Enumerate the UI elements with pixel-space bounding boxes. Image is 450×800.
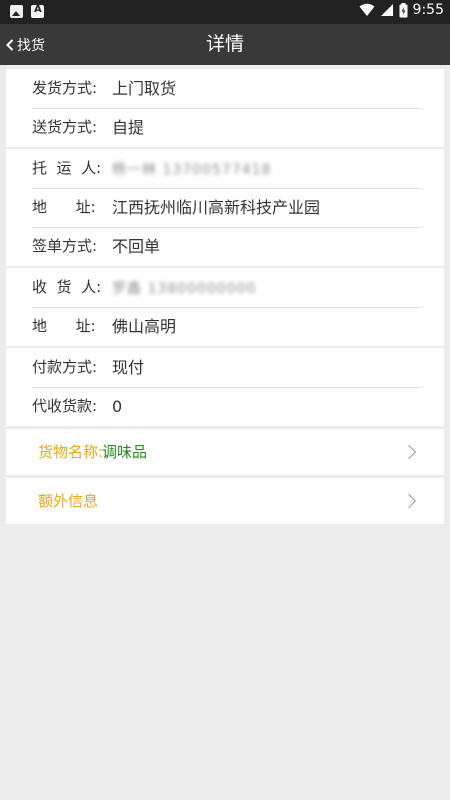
cod-label: 代收货款:	[32, 397, 98, 415]
send-method-label: 送货方式:	[32, 118, 98, 136]
receiver-value: 罗鑫 13800000000	[112, 281, 257, 297]
sign-method-value: 不回单	[112, 237, 161, 256]
pay-method-value: 现付	[112, 358, 145, 377]
back-label: 找货	[17, 37, 45, 54]
extra-info-row[interactable]: 额外信息	[6, 478, 444, 524]
shipper-address-row: 地 址: 江西抚州临川高新科技产业园	[6, 188, 444, 227]
back-button[interactable]: 找货	[4, 24, 45, 65]
payment-card: 付款方式: 现付 代收货款: 0	[6, 348, 444, 426]
receiver-card: 收 货 人: 罗鑫 13800000000 地 址: 佛山高明	[6, 268, 444, 346]
image-notification-icon	[10, 5, 23, 18]
goods-name-value: 调味品	[102, 443, 148, 461]
goods-name-row[interactable]: 货物名称: 调味品	[6, 429, 444, 475]
wifi-icon	[359, 3, 375, 16]
battery-icon	[399, 2, 408, 17]
cod-row: 代收货款: 0	[6, 387, 444, 426]
shipper-address-value: 江西抚州临川高新科技产业园	[112, 198, 321, 217]
signal-icon	[380, 4, 393, 16]
send-method-value: 自提	[112, 118, 145, 137]
consignor-row: 托 运 人: 杨一林 13700577418	[6, 149, 444, 188]
ship-method-label: 发货方式:	[32, 79, 98, 97]
chevron-right-icon	[401, 493, 417, 509]
cod-value: 0	[112, 397, 123, 416]
goods-name-label: 货物名称:	[38, 443, 104, 461]
extra-info-label: 额外信息	[38, 492, 99, 510]
clock: 9:55	[412, 2, 444, 18]
sign-method-label: 签单方式:	[32, 237, 98, 255]
receiver-address-label: 地 址:	[32, 317, 96, 335]
ship-method-value: 上门取货	[112, 79, 177, 98]
pay-method-label: 付款方式:	[32, 358, 98, 376]
shipper-card: 托 运 人: 杨一林 13700577418 地 址: 江西抚州临川高新科技产业…	[6, 149, 444, 266]
receiver-label: 收 货 人:	[32, 278, 102, 296]
status-right: 9:55	[359, 2, 444, 18]
page-title: 详情	[205, 33, 244, 55]
chevron-left-icon	[6, 38, 14, 51]
receiver-address-row: 地 址: 佛山高明	[6, 307, 444, 346]
delivery-card: 发货方式: 上门取货 送货方式: 自提	[6, 69, 444, 147]
receiver-address-value: 佛山高明	[112, 317, 177, 336]
consignor-label: 托 运 人:	[32, 159, 102, 177]
receiver-row: 收 货 人: 罗鑫 13800000000	[6, 268, 444, 307]
shipper-address-label: 地 址:	[32, 198, 96, 216]
notification-icons	[10, 4, 44, 18]
pay-method-row: 付款方式: 现付	[6, 348, 444, 387]
send-method-row: 送货方式: 自提	[6, 108, 444, 147]
title-bar: 找货 详情	[0, 24, 450, 65]
ship-method-row: 发货方式: 上门取货	[6, 69, 444, 108]
consignor-value: 杨一林 13700577418	[112, 162, 272, 178]
sign-method-row: 签单方式: 不回单	[6, 227, 444, 266]
app-notification-icon	[31, 4, 44, 18]
chevron-right-icon	[401, 444, 417, 460]
status-bar: 9:55	[0, 0, 450, 24]
